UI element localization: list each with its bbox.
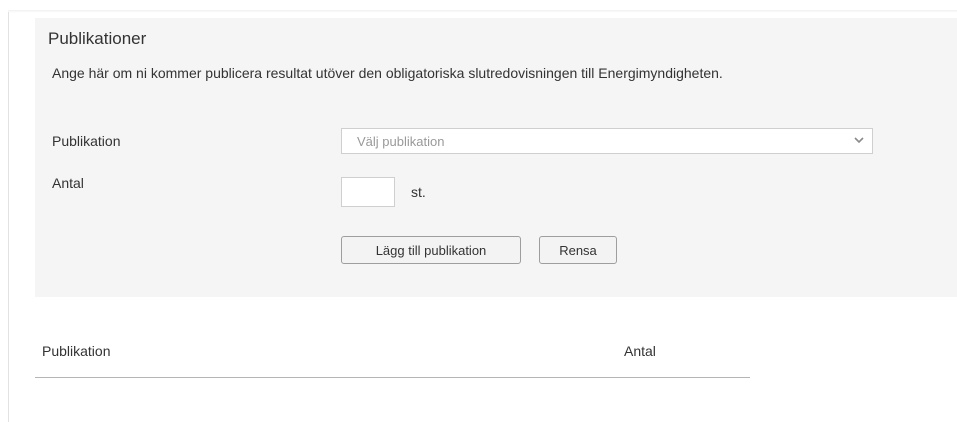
left-border [8,12,9,422]
quantity-unit: st. [411,184,426,200]
section-intro: Ange här om ni kommer publicera resultat… [52,65,723,81]
chevron-down-icon [854,137,864,144]
publication-select-placeholder: Välj publikation [357,134,445,149]
clear-button[interactable]: Rensa [539,236,617,264]
publications-page: Publikationer Ange här om ni kommer publ… [0,0,957,422]
publications-table-header: Publikation Antal [35,333,750,378]
quantity-input[interactable] [341,177,395,207]
quantity-label: Antal [52,175,84,191]
add-publication-button[interactable]: Lägg till publikation [341,236,521,264]
publication-label: Publikation [52,133,121,149]
column-header-publication: Publikation [42,343,111,359]
publication-select[interactable]: Välj publikation [341,128,873,154]
column-header-quantity: Antal [624,343,656,359]
publications-form-panel: Publikationer Ange här om ni kommer publ… [35,18,957,297]
section-title: Publikationer [48,29,147,48]
top-shadow [8,10,957,13]
